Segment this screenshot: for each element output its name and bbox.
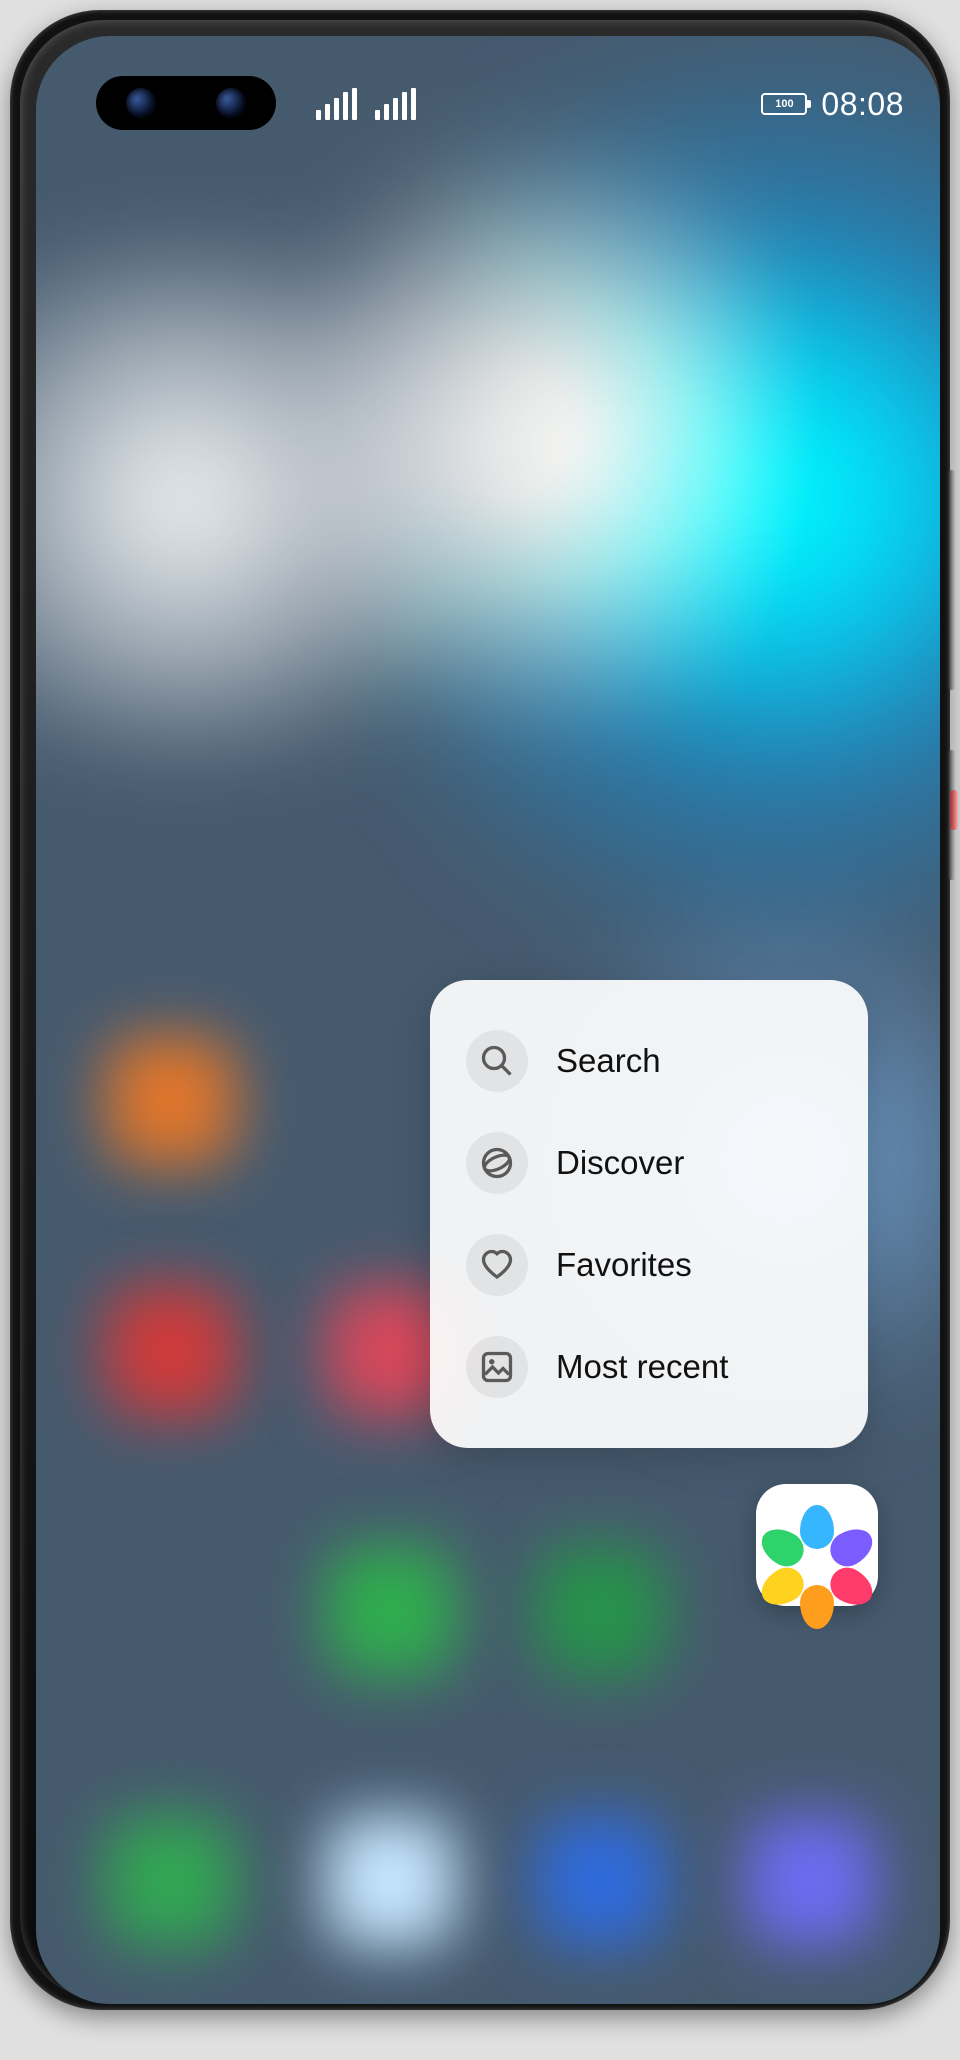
shortcut-label: Search bbox=[556, 1042, 661, 1080]
signal-icon bbox=[316, 88, 357, 120]
dock-icon-blur bbox=[326, 1816, 456, 1946]
themes-app-icon[interactable] bbox=[756, 1484, 878, 1606]
shortcut-item-discover[interactable]: Discover bbox=[430, 1112, 868, 1214]
shortcut-item-favorites[interactable]: Favorites bbox=[430, 1214, 868, 1316]
status-clock: 08:08 bbox=[821, 86, 904, 123]
favorites-icon bbox=[466, 1234, 528, 1296]
battery-level: 100 bbox=[775, 99, 793, 110]
phone-screen[interactable]: 100 08:08 Search Discover bbox=[36, 36, 940, 2004]
dock-icon-blur bbox=[106, 1816, 236, 1946]
shortcut-item-most-recent[interactable]: Most recent bbox=[430, 1316, 868, 1418]
app-shortcut-menu: Search Discover Favorites Most recent bbox=[430, 980, 868, 1448]
home-icon-blur bbox=[106, 1036, 236, 1166]
home-icon-blur bbox=[326, 1546, 456, 1676]
status-bar: 100 08:08 bbox=[36, 74, 940, 134]
home-icon-blur bbox=[106, 1286, 236, 1416]
search-icon bbox=[466, 1030, 528, 1092]
battery-icon: 100 bbox=[761, 93, 807, 115]
dock-icon-blur bbox=[746, 1816, 876, 1946]
dock-icon-blur bbox=[536, 1816, 666, 1946]
volume-button bbox=[948, 470, 956, 690]
flower-icon bbox=[777, 1505, 857, 1585]
most-recent-icon bbox=[466, 1336, 528, 1398]
discover-icon bbox=[466, 1132, 528, 1194]
side-accent bbox=[950, 790, 958, 830]
shortcut-item-search[interactable]: Search bbox=[430, 1010, 868, 1112]
phone-frame: 100 08:08 Search Discover bbox=[10, 10, 950, 2010]
shortcut-label: Favorites bbox=[556, 1246, 692, 1284]
shortcut-label: Discover bbox=[556, 1144, 684, 1182]
home-icon-blur bbox=[536, 1546, 666, 1676]
signal-icon bbox=[375, 88, 416, 120]
shortcut-label: Most recent bbox=[556, 1348, 728, 1386]
